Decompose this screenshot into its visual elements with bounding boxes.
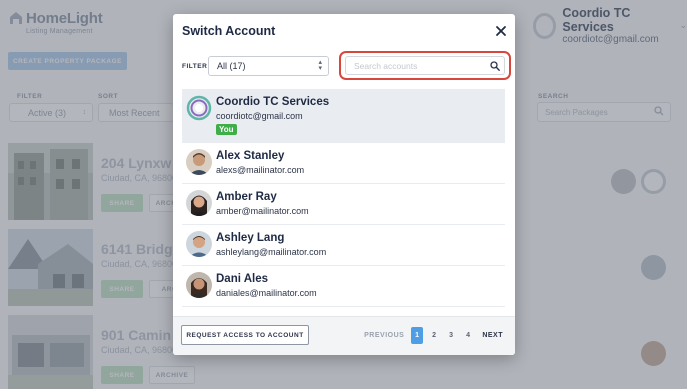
modal-title: Switch Account: [182, 24, 276, 38]
account-email: amber@mailinator.com: [216, 206, 309, 216]
account-row[interactable]: Amber Ray amber@mailinator.com: [182, 184, 505, 225]
account-filter-select[interactable]: All (17) ▴ ▾: [208, 56, 329, 76]
you-badge: You: [216, 124, 237, 135]
account-row[interactable]: Ashley Lang ashleylang@mailinator.com: [182, 225, 505, 266]
account-name: Alex Stanley: [216, 150, 285, 162]
account-name: Ashley Lang: [216, 232, 285, 244]
coordio-logo-icon: [186, 95, 212, 121]
request-access-button[interactable]: REQUEST ACCESS TO ACCOUNT: [181, 325, 309, 345]
account-email: coordiotc@gmail.com: [216, 111, 303, 121]
pagination: PREVIOUS 1 2 3 4 NEXT: [364, 327, 503, 344]
account-filter-value: All (17): [217, 61, 246, 71]
account-row[interactable]: Dani Ales daniales@mailinator.com: [182, 266, 505, 307]
account-list: Coordio TC Services coordiotc@gmail.com …: [182, 89, 505, 307]
user-avatar-photo: [186, 190, 212, 216]
account-email: daniales@mailinator.com: [216, 288, 317, 298]
previous-page-button[interactable]: PREVIOUS: [364, 332, 404, 339]
account-row-current[interactable]: Coordio TC Services coordiotc@gmail.com …: [182, 89, 505, 143]
account-email: ashleylang@mailinator.com: [216, 247, 327, 257]
page-button-3[interactable]: 3: [445, 327, 457, 344]
account-search-input[interactable]: [345, 56, 505, 75]
select-caret-icon: ▴ ▾: [318, 59, 322, 72]
filter-label: FILTER: [182, 63, 208, 70]
search-highlight: [339, 51, 511, 80]
next-page-button[interactable]: NEXT: [482, 332, 503, 339]
page-button-2[interactable]: 2: [428, 327, 440, 344]
user-avatar-photo: [186, 272, 212, 298]
page-button-4[interactable]: 4: [462, 327, 474, 344]
search-icon[interactable]: [490, 61, 500, 71]
page-button-1[interactable]: 1: [411, 327, 424, 344]
account-name: Coordio TC Services: [216, 96, 330, 108]
switch-account-modal: Switch Account FILTER All (17) ▴▾ Coordi…: [173, 14, 515, 355]
close-icon[interactable]: [495, 25, 507, 37]
account-row[interactable]: Alex Stanley alexs@mailinator.com: [182, 143, 505, 184]
user-avatar-photo: [186, 231, 212, 257]
account-name: Amber Ray: [216, 191, 277, 203]
user-avatar-photo: [186, 149, 212, 175]
modal-footer: REQUEST ACCESS TO ACCOUNT PREVIOUS 1 2 3…: [173, 316, 515, 355]
account-email: alexs@mailinator.com: [216, 165, 305, 175]
account-name: Dani Ales: [216, 273, 268, 285]
